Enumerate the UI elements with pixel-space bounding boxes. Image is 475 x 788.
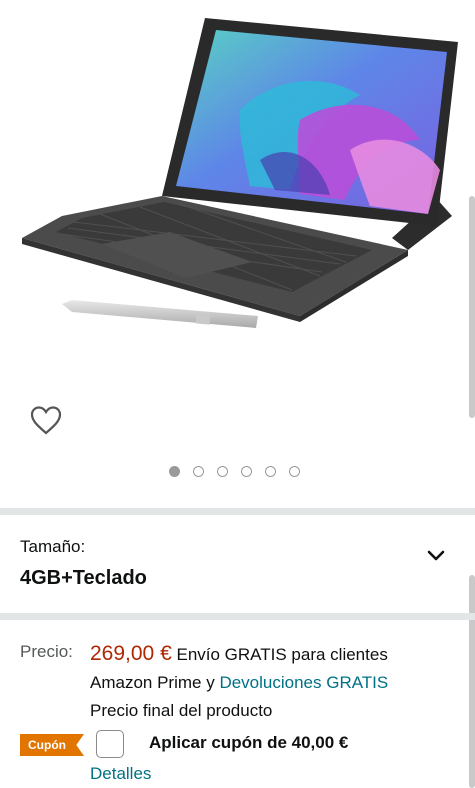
- carousel-dot[interactable]: [169, 466, 180, 477]
- chevron-down-icon[interactable]: [426, 548, 446, 564]
- final-price-note: Precio final del producto: [90, 701, 273, 720]
- size-label: Tamaño:: [20, 537, 86, 556]
- scrollbar-thumb[interactable]: [469, 196, 475, 418]
- price-section: Precio: 269,00 € Envío GRATIS para clien…: [0, 622, 475, 788]
- coupon-row: Cupón Aplicar cupón de 40,00 €: [20, 729, 460, 759]
- size-selector[interactable]: Tamaño: 4GB+Teclado: [0, 515, 475, 613]
- returns-link[interactable]: Devoluciones GRATIS: [219, 673, 388, 692]
- carousel-dot[interactable]: [289, 466, 300, 477]
- heart-outline-icon[interactable]: [28, 402, 64, 438]
- price-details: 269,00 € Envío GRATIS para clientes Amaz…: [90, 640, 450, 725]
- carousel-dot[interactable]: [241, 466, 252, 477]
- coupon-details-link[interactable]: Detalles: [90, 764, 151, 784]
- product-image[interactable]: [0, 0, 470, 345]
- price-amount: 269,00 €: [90, 642, 172, 665]
- section-divider: [0, 508, 475, 515]
- product-image-gallery[interactable]: [0, 0, 475, 505]
- coupon-checkbox[interactable]: [96, 730, 124, 758]
- section-divider: [0, 613, 475, 620]
- price-label: Precio:: [20, 642, 73, 661]
- coupon-badge: Cupón: [20, 734, 84, 756]
- coupon-text[interactable]: Aplicar cupón de 40,00 €: [149, 733, 348, 753]
- carousel-dots: [169, 466, 300, 477]
- carousel-dot[interactable]: [193, 466, 204, 477]
- carousel-dot[interactable]: [265, 466, 276, 477]
- size-value: 4GB+Teclado: [20, 567, 147, 589]
- carousel-dot[interactable]: [217, 466, 228, 477]
